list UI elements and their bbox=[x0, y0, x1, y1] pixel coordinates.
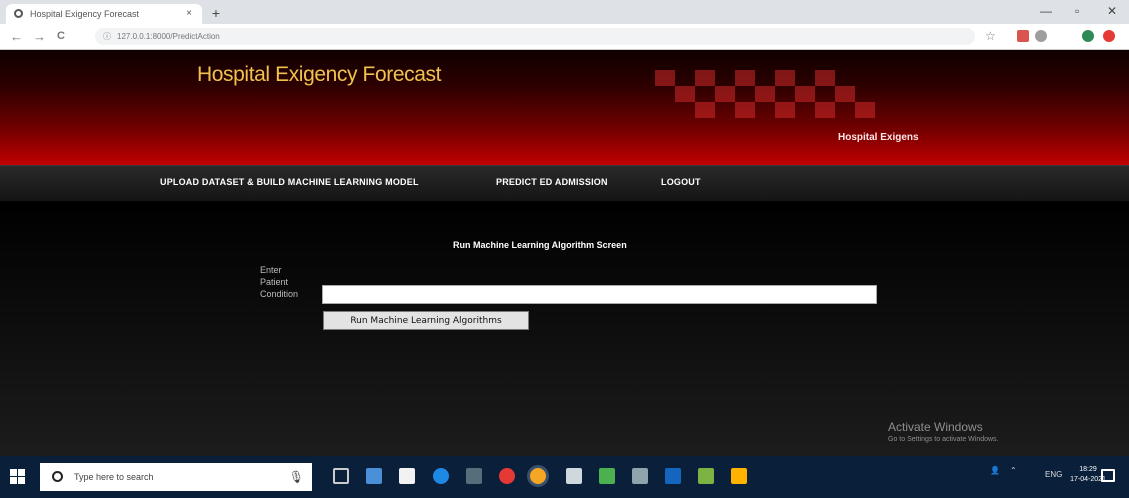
main-content: Run Machine Learning Algorithm Screen En… bbox=[0, 201, 1129, 456]
tray-chevron-icon[interactable]: ⌃ bbox=[1010, 466, 1017, 475]
browser-menu-icon[interactable] bbox=[1103, 30, 1115, 42]
run-ml-algorithms-button[interactable]: Run Machine Learning Algorithms bbox=[323, 311, 529, 330]
site-info-icon[interactable]: ⓘ bbox=[103, 28, 111, 45]
new-tab-button[interactable]: + bbox=[207, 5, 225, 21]
label-line-enter: Enter bbox=[260, 265, 282, 275]
bookmark-star-icon[interactable]: ☆ bbox=[985, 29, 996, 44]
activate-windows-watermark: Activate Windows Go to Settings to activ… bbox=[888, 420, 999, 443]
taskbar-search[interactable]: Type here to search 🎙 bbox=[40, 463, 312, 491]
profile-avatar-icon[interactable] bbox=[1082, 30, 1094, 42]
reload-icon[interactable]: C bbox=[57, 29, 65, 44]
app-icon-7[interactable] bbox=[665, 468, 681, 484]
task-view-icon[interactable] bbox=[333, 468, 349, 484]
forward-icon[interactable]: → bbox=[33, 29, 46, 44]
windows-taskbar: Type here to search 🎙 👤 ⌃ ENG 18:29 17-0… bbox=[0, 456, 1129, 498]
extension-icon[interactable] bbox=[1017, 30, 1029, 42]
tab-title: Hospital Exigency Forecast bbox=[30, 9, 140, 19]
notification-icon[interactable] bbox=[1101, 469, 1115, 482]
tab-close-icon[interactable]: × bbox=[186, 4, 192, 24]
browser-tab[interactable]: Hospital Exigency Forecast × bbox=[6, 4, 202, 24]
search-icon bbox=[52, 471, 63, 482]
people-icon[interactable]: 👤 bbox=[990, 466, 1000, 475]
edge-icon[interactable] bbox=[433, 468, 449, 484]
header-checker-decoration bbox=[655, 70, 895, 140]
app-icon-5[interactable] bbox=[599, 468, 615, 484]
nav-logout[interactable]: LOGOUT bbox=[661, 177, 701, 187]
main-navigation: UPLOAD DATASET & BUILD MACHINE LEARNING … bbox=[0, 165, 1129, 202]
maximize-icon[interactable]: ▫ bbox=[1075, 4, 1079, 18]
nav-upload-dataset[interactable]: UPLOAD DATASET & BUILD MACHINE LEARNING … bbox=[160, 177, 419, 187]
app-icon-4[interactable] bbox=[566, 468, 582, 484]
url-text: 127.0.0.1:8000/PredictAction bbox=[117, 32, 220, 41]
app-icon-6[interactable] bbox=[632, 468, 648, 484]
tray-language[interactable]: ENG bbox=[1045, 470, 1062, 479]
app-icon-1[interactable] bbox=[366, 468, 382, 484]
close-window-icon[interactable]: ✕ bbox=[1107, 4, 1117, 18]
app-icon-3[interactable] bbox=[499, 468, 515, 484]
app-icon-8[interactable] bbox=[698, 468, 714, 484]
site-title: Hospital Exigency Forecast bbox=[197, 63, 442, 86]
extension-puzzle-icon[interactable] bbox=[1035, 30, 1047, 42]
back-icon[interactable]: ← bbox=[10, 29, 23, 44]
watermark-line2: Go to Settings to activate Windows. bbox=[888, 436, 999, 443]
label-line-condition: Condition bbox=[260, 289, 299, 299]
windows-start-icon[interactable] bbox=[10, 469, 26, 485]
browser-tab-strip: Hospital Exigency Forecast × + — ▫ ✕ bbox=[0, 0, 1129, 24]
minimize-icon[interactable]: — bbox=[1040, 4, 1052, 18]
patient-condition-input[interactable] bbox=[322, 285, 877, 304]
url-field[interactable]: ⓘ 127.0.0.1:8000/PredictAction bbox=[95, 28, 975, 45]
taskbar-search-placeholder: Type here to search bbox=[74, 472, 154, 482]
tab-favicon-icon bbox=[14, 9, 23, 18]
patient-condition-label: Enter Patient Condition bbox=[260, 264, 320, 300]
label-line-patient: Patient bbox=[260, 277, 289, 287]
site-header: Hospital Exigency Forecast Hospital Exig… bbox=[0, 50, 1129, 165]
app-icon-9[interactable] bbox=[731, 468, 747, 484]
header-subtitle: Hospital Exigens bbox=[838, 132, 919, 143]
page-title: Run Machine Learning Algorithm Screen bbox=[453, 240, 627, 250]
store-icon[interactable] bbox=[399, 468, 415, 484]
nav-predict-ed-admission[interactable]: PREDICT ED ADMISSION bbox=[496, 177, 608, 187]
watermark-line1: Activate Windows bbox=[888, 420, 983, 434]
app-icon-2[interactable] bbox=[466, 468, 482, 484]
microphone-icon[interactable]: 🎙 bbox=[289, 463, 304, 491]
address-bar-row: ← → C ⓘ 127.0.0.1:8000/PredictAction ☆ bbox=[0, 24, 1129, 50]
chrome-icon[interactable] bbox=[530, 468, 546, 484]
